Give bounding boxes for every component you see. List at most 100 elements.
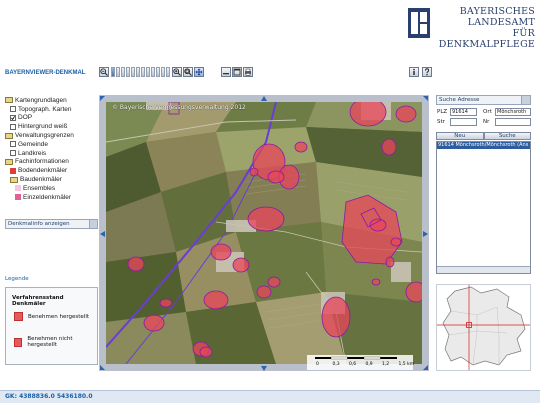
- scale-label: 0,9: [365, 362, 373, 367]
- zoom-in-icon[interactable]: [172, 67, 182, 77]
- folder-icon: [5, 158, 13, 165]
- app-title: BAYERNVIEWER-DENKMAL: [5, 70, 86, 76]
- scale-label: 0,3: [332, 362, 340, 367]
- layer-item[interactable]: Hintergrund weiß: [5, 122, 98, 131]
- nr-field[interactable]: [495, 118, 531, 126]
- zoom-step[interactable]: [146, 67, 150, 77]
- layer-checkbox[interactable]: [10, 106, 16, 113]
- layer-item[interactable]: Einzeldenkmäler: [5, 193, 98, 202]
- legend-heading: Verfahrensstand Denkmäler: [12, 295, 64, 307]
- pan-up-arrow-icon[interactable]: [261, 96, 267, 101]
- zoom-slider[interactable]: [111, 67, 170, 79]
- layer-color-swatch[interactable]: [15, 185, 21, 192]
- nr-label: Nr: [483, 119, 490, 125]
- zoom-step[interactable]: [111, 67, 115, 77]
- pan-downleft-arrow-icon[interactable]: [100, 365, 105, 370]
- pan-downright-arrow-icon[interactable]: [423, 365, 428, 370]
- layer-checkbox[interactable]: [10, 114, 16, 121]
- legend-title: Legende: [5, 276, 29, 282]
- str-field[interactable]: [450, 118, 477, 126]
- pan-upright-arrow-icon[interactable]: [423, 96, 428, 101]
- ort-label: Ort: [483, 109, 492, 115]
- scale-labels: 0 0,3 0,6 0,9 1,2 1,5 km: [316, 362, 415, 367]
- zoom-step[interactable]: [131, 67, 135, 77]
- overview-map[interactable]: [436, 284, 531, 371]
- pan-right-arrow-icon[interactable]: [423, 231, 428, 237]
- list-item[interactable]: 91614 Mönchsroth/Mönchsroth (Ans: [437, 142, 530, 149]
- denkmalinfo-toggle-label: Denkmalinfo anzeigen: [8, 221, 70, 227]
- plz-field[interactable]: 91614: [450, 108, 477, 116]
- zoom-step[interactable]: [141, 67, 145, 77]
- zoom-step[interactable]: [151, 67, 155, 77]
- layer-item-label: Hintergrund weiß: [18, 123, 68, 131]
- layer-item-label: Gemeinde: [18, 140, 48, 148]
- zoom-step[interactable]: [156, 67, 160, 77]
- layer-item[interactable]: Gemeinde: [5, 140, 98, 149]
- org-name: BAYERISCHES LANDESAMT FÜR DENKMALPFLEGE: [435, 6, 535, 50]
- map-canvas[interactable]: [106, 102, 422, 364]
- info-icon[interactable]: [409, 67, 419, 77]
- zoom-step[interactable]: [121, 67, 125, 77]
- folder-icon: [5, 97, 13, 104]
- pan-upleft-arrow-icon[interactable]: [100, 96, 105, 101]
- layer-item[interactable]: Kartengrundlagen: [5, 96, 98, 105]
- layer-item[interactable]: Bodendenkmäler: [5, 166, 98, 175]
- pan-icon[interactable]: [194, 67, 204, 77]
- chevron-down-icon[interactable]: [89, 220, 97, 228]
- denkmalinfo-toggle[interactable]: Denkmalinfo anzeigen: [5, 219, 98, 229]
- legend-swatch-hergestellt: [14, 312, 23, 321]
- pan-left-arrow-icon[interactable]: [100, 231, 105, 237]
- window-icon[interactable]: [232, 67, 242, 77]
- legend-item: Benehmen nicht hergestellt: [14, 336, 97, 348]
- help-icon[interactable]: [422, 67, 432, 77]
- zoom-box-icon[interactable]: [183, 67, 193, 77]
- legend-item: Benehmen hergestellt: [14, 312, 89, 321]
- search-mode-select[interactable]: Suche Adresse: [436, 95, 531, 105]
- zoom-out-icon[interactable]: [99, 67, 109, 77]
- search-button[interactable]: Suche: [483, 132, 531, 140]
- legend-swatch-nicht-hergestellt: [14, 337, 23, 347]
- legend-item-label: Benehmen nicht hergestellt: [27, 336, 73, 348]
- layer-item[interactable]: Baudenkmäler: [5, 175, 98, 184]
- org-name-line2: FÜR DENKMALPFLEGE: [438, 28, 535, 50]
- layer-item-label: Verwaltungsgrenzen: [15, 132, 74, 140]
- zoom-step[interactable]: [161, 67, 165, 77]
- folder-icon: [5, 132, 13, 139]
- pan-down-arrow-icon[interactable]: [261, 366, 267, 371]
- search-button-row: Neu Suche: [436, 132, 531, 140]
- layer-item[interactable]: Landkreis: [5, 149, 98, 158]
- zoom-step[interactable]: [126, 67, 130, 77]
- new-search-button[interactable]: Neu: [436, 132, 484, 140]
- folder-icon: [10, 176, 18, 183]
- org-name-line1: BAYERISCHES LANDESAMT: [459, 6, 535, 28]
- layer-color-swatch[interactable]: [15, 194, 21, 201]
- coordinate-readout: GK: 4388836.0 5436180.0: [5, 393, 93, 400]
- layer-item-label: DOP: [18, 114, 33, 122]
- layer-item[interactable]: Verwaltungsgrenzen: [5, 131, 98, 140]
- layer-checkbox[interactable]: [10, 141, 16, 148]
- layer-item-label: Baudenkmäler: [20, 176, 62, 184]
- layer-checkbox[interactable]: [10, 123, 16, 130]
- layer-item[interactable]: Fachinformationen: [5, 158, 98, 167]
- layer-tree: Kartengrundlagen Topograph. Karten DOP Hint…: [5, 96, 98, 202]
- print-icon[interactable]: [243, 67, 253, 77]
- layer-item-label: Landkreis: [18, 149, 47, 157]
- aerial-map-image: [106, 102, 422, 364]
- zoom-step[interactable]: [166, 67, 170, 77]
- chevron-down-icon[interactable]: [521, 96, 530, 104]
- ort-field[interactable]: Mönchsroth: [495, 108, 531, 116]
- legend-item-label: Benehmen hergestellt: [28, 313, 90, 320]
- layer-item[interactable]: DOP: [5, 114, 98, 123]
- full-extent-icon[interactable]: [221, 67, 231, 77]
- layer-item-label: Bodendenkmäler: [18, 167, 68, 175]
- scale-label: 1,2: [382, 362, 390, 367]
- zoom-step[interactable]: [136, 67, 140, 77]
- layer-item[interactable]: Topograph. Karten: [5, 105, 98, 114]
- lfd-logo-icon: [408, 8, 430, 38]
- map-frame: [99, 95, 429, 371]
- layer-checkbox[interactable]: [10, 150, 16, 157]
- zoom-step[interactable]: [116, 67, 120, 77]
- layer-color-swatch[interactable]: [10, 167, 16, 174]
- horizontal-scrollbar[interactable]: [437, 266, 530, 273]
- layer-item[interactable]: Ensembles: [5, 184, 98, 193]
